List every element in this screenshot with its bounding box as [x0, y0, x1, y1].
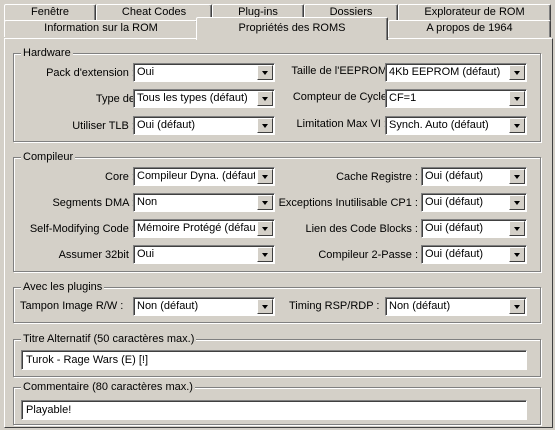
frame-buffer-select[interactable]: Non (défaut) — [133, 297, 275, 316]
cp1-exceptions-label: Exceptions Inutilisable CP1 : — [278, 197, 418, 209]
core-select[interactable]: Compileur Dyna. (défaut) — [133, 167, 275, 186]
tab-a-propos[interactable]: A propos de 1964 — [388, 20, 551, 37]
plugins-group: Avec les plugins Tampon Image R/W : Non … — [13, 280, 541, 323]
chevron-down-icon[interactable] — [257, 91, 273, 106]
chevron-down-icon[interactable] — [509, 221, 525, 236]
assume-32bit-label: Assumer 32bit : — [58, 249, 135, 261]
cp1-exceptions-value: Oui (défaut) — [425, 196, 484, 208]
compiler-group-title: Compileur — [21, 150, 76, 164]
tab-explorateur-rom[interactable]: Explorateur de ROM — [398, 4, 551, 21]
pack-extension-label: Pack d'extension : — [46, 67, 135, 79]
alt-title-input[interactable]: Turok - Rage Wars (E) [!] — [21, 350, 527, 370]
plugins-group-title: Avec les plugins — [21, 280, 105, 294]
chevron-down-icon[interactable] — [257, 118, 273, 133]
code-block-link-select[interactable]: Oui (défaut) — [421, 219, 527, 238]
chevron-down-icon[interactable] — [509, 247, 525, 262]
comment-group-title: Commentaire (80 caractères max.) — [21, 380, 195, 394]
chevron-down-icon[interactable] — [509, 169, 525, 184]
cp1-exceptions-select[interactable]: Oui (défaut) — [421, 193, 527, 212]
register-cache-value: Oui (défaut) — [425, 170, 484, 182]
two-pass-compiler-value: Oui (défaut) — [425, 248, 484, 260]
code-block-link-label: Lien des Code Blocks : — [305, 223, 418, 235]
chevron-down-icon[interactable] — [509, 299, 525, 314]
hardware-group-title: Hardware — [21, 46, 73, 60]
self-modifying-code-label: Self-Modifying Code : — [29, 223, 135, 235]
cycle-counter-select[interactable]: CF=1 — [385, 89, 527, 108]
eeprom-label: Taille de l'EEPROM — [291, 65, 387, 77]
rsp-rdp-timing-value: Non (défaut) — [389, 300, 451, 312]
tlb-select[interactable]: Oui (défaut) — [133, 116, 275, 135]
chevron-down-icon[interactable] — [509, 118, 525, 133]
eeprom-value: 4Kb EEPROM (défaut) — [389, 66, 501, 78]
compiler-group: Compileur Core : Compileur Dyna. (défaut… — [13, 150, 541, 272]
type-select[interactable]: Tous les types (défaut) — [133, 89, 275, 108]
pack-extension-value: Oui — [137, 66, 155, 78]
max-vi-select[interactable]: Synch. Auto (défaut) — [385, 116, 527, 135]
chevron-down-icon[interactable] — [509, 65, 525, 80]
chevron-down-icon[interactable] — [509, 195, 525, 210]
chevron-down-icon[interactable] — [257, 65, 273, 80]
dma-segments-value: Non — [137, 196, 158, 208]
alt-title-group: Titre Alternatif (50 caractères max.) Tu… — [13, 332, 541, 377]
two-pass-compiler-label: Compileur 2-Passe : — [318, 249, 418, 261]
dma-segments-label: Segments DMA : — [52, 197, 135, 209]
core-value: Compileur Dyna. (défaut) — [137, 170, 255, 182]
alt-title-group-title: Titre Alternatif (50 caractères max.) — [21, 332, 197, 346]
cycle-counter-value: CF=1 — [389, 92, 417, 104]
eeprom-select[interactable]: 4Kb EEPROM (défaut) — [385, 63, 527, 82]
comment-input[interactable]: Playable! — [21, 400, 527, 420]
cycle-counter-label: Compteur de Cycle — [292, 91, 387, 103]
two-pass-compiler-select[interactable]: Oui (défaut) — [421, 245, 527, 264]
chevron-down-icon[interactable] — [257, 299, 273, 314]
pack-extension-select[interactable]: Oui — [133, 63, 275, 82]
rsp-rdp-timing-select[interactable]: Non (défaut) — [385, 297, 527, 316]
comment-group: Commentaire (80 caractères max.) Playabl… — [13, 380, 541, 425]
self-modifying-code-select[interactable]: Mémoire Protégé (défaut) — [133, 219, 275, 238]
register-cache-select[interactable]: Oui (défaut) — [421, 167, 527, 186]
frame-buffer-label: Tampon Image R/W : — [20, 300, 124, 312]
tlb-label: Utiliser TLB : — [72, 120, 135, 132]
tlb-value: Oui (défaut) — [137, 119, 196, 131]
tab-cheat-codes[interactable]: Cheat Codes — [96, 4, 212, 21]
code-block-link-value: Oui (défaut) — [425, 222, 484, 234]
tab-information-rom[interactable]: Information sur la ROM — [4, 20, 198, 37]
assume-32bit-value: Oui — [137, 248, 155, 260]
max-vi-value: Synch. Auto (défaut) — [389, 119, 489, 131]
chevron-down-icon[interactable] — [257, 221, 273, 236]
tab-fenetre[interactable]: Fenêtre — [4, 4, 96, 21]
max-vi-label: Limitation Max VI : — [296, 118, 387, 130]
core-label: Core : — [105, 171, 135, 183]
tab-proprietes-roms[interactable]: Propriétés des ROMS — [196, 17, 388, 40]
register-cache-label: Cache Registre : — [336, 171, 418, 183]
tab-panel: Hardware Pack d'extension : Oui Type de … — [4, 38, 553, 428]
type-value: Tous les types (défaut) — [137, 92, 248, 104]
chevron-down-icon[interactable] — [257, 169, 273, 184]
frame-buffer-value: Non (défaut) — [137, 300, 199, 312]
chevron-down-icon[interactable] — [257, 195, 273, 210]
chevron-down-icon[interactable] — [257, 247, 273, 262]
self-modifying-code-value: Mémoire Protégé (défaut) — [137, 222, 255, 234]
hardware-group: Hardware Pack d'extension : Oui Type de … — [13, 46, 541, 142]
chevron-down-icon[interactable] — [509, 91, 525, 106]
dma-segments-select[interactable]: Non — [133, 193, 275, 212]
rsp-rdp-timing-label: Timing RSP/RDP : — [289, 300, 380, 312]
type-label: Type de — [95, 93, 135, 105]
assume-32bit-select[interactable]: Oui — [133, 245, 275, 264]
